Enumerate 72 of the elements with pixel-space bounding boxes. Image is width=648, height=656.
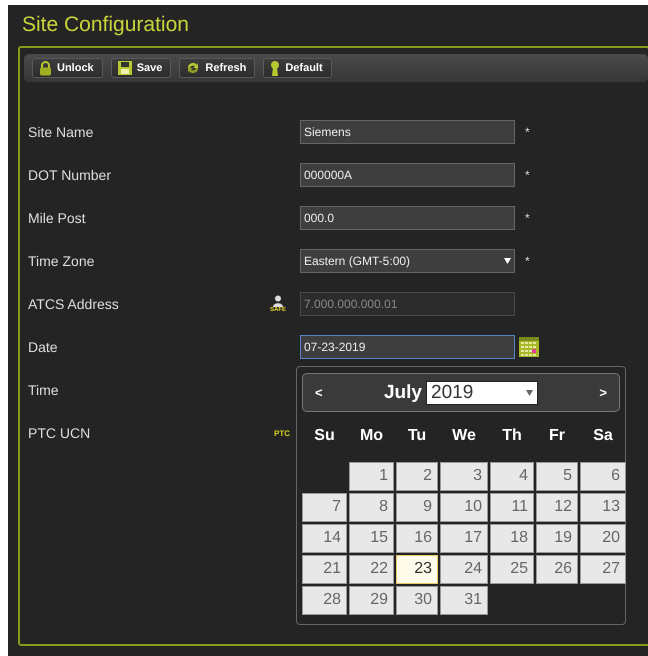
date-field[interactable]: 07-23-2019 — [300, 335, 515, 359]
calendar-day[interactable]: 16 — [396, 524, 438, 553]
weekday-label: We — [451, 426, 477, 446]
toolbar-button[interactable]: Refresh — [179, 58, 256, 78]
next-month-button[interactable]: > — [599, 385, 607, 400]
address-field: 7.000.000.000.01 — [300, 292, 515, 316]
toolbar-button[interactable]: Save — [110, 58, 172, 78]
caret-icon — [504, 258, 511, 264]
calendar-icon[interactable] — [519, 337, 539, 357]
month-label: July — [384, 382, 422, 404]
weekday-label: Mo — [358, 426, 384, 446]
calendar-day[interactable]: 1 — [349, 462, 394, 491]
keyhole-icon — [270, 60, 280, 76]
calendar-day[interactable]: 4 — [490, 462, 534, 491]
calendar-day[interactable]: 15 — [349, 524, 394, 553]
calendar-day[interactable]: 19 — [536, 524, 578, 553]
calendar-day[interactable]: 28 — [302, 586, 347, 615]
calendar-day[interactable]: 22 — [349, 555, 394, 584]
text-field[interactable]: Siemens — [300, 120, 515, 144]
calendar-day[interactable]: 30 — [396, 586, 438, 615]
calendar-day[interactable]: 24 — [440, 555, 488, 584]
field-label: Mile Post — [28, 210, 87, 226]
page-title: Site Configuration — [22, 13, 190, 38]
padlock-icon — [39, 60, 52, 76]
calendar-day[interactable]: 5 — [536, 462, 578, 491]
calendar-day[interactable]: 27 — [580, 555, 626, 584]
calendar-day[interactable]: 8 — [349, 493, 394, 522]
time-zone-dropdown[interactable]: Eastern (GMT-5:00) — [300, 249, 515, 273]
required-mark: * — [524, 254, 531, 268]
previous-month-button[interactable]: < — [315, 385, 323, 400]
calendar-day[interactable]: 18 — [490, 524, 534, 553]
calendar-day[interactable]: 14 — [302, 524, 347, 553]
text-field[interactable]: 000.0 — [300, 206, 515, 230]
ptc-label: PTC — [273, 428, 291, 438]
calendar-day[interactable]: 31 — [440, 586, 488, 615]
required-mark: * — [524, 211, 531, 225]
calendar-day[interactable]: 3 — [440, 462, 488, 491]
calendar-day[interactable]: 9 — [396, 493, 438, 522]
toolbar-button[interactable]: Unlock — [32, 58, 103, 78]
toolbar-button[interactable]: Default — [263, 58, 332, 78]
caret-icon — [526, 390, 534, 396]
calendar-day[interactable]: 26 — [536, 555, 578, 584]
field-label: Site Name — [28, 124, 94, 140]
calendar-day[interactable]: 6 — [580, 462, 626, 491]
calendar-day[interactable]: 7 — [302, 493, 347, 522]
calendar-day[interactable]: 21 — [302, 555, 347, 584]
refresh-icon — [186, 61, 200, 75]
field-label: Time Zone — [28, 253, 96, 269]
weekday-label: Sa — [592, 426, 614, 446]
calendar-day[interactable]: 23 — [396, 555, 438, 584]
text-field[interactable]: 000000A — [300, 163, 515, 187]
year-dropdown[interactable]: 2019 — [426, 380, 538, 404]
field-label: DOT Number — [28, 167, 112, 183]
calendar-day[interactable]: 13 — [580, 493, 626, 522]
calendar-day[interactable]: 29 — [349, 586, 394, 615]
required-mark: * — [524, 168, 531, 182]
weekday-label: Su — [313, 426, 336, 446]
field-label: PTC UCN — [28, 425, 92, 441]
calendar-day[interactable]: 17 — [440, 524, 488, 553]
calendar-day[interactable]: 20 — [580, 524, 626, 553]
field-label: ATCS Address — [28, 296, 120, 312]
weekday-label: Tu — [406, 426, 428, 446]
field-label: Date — [28, 339, 59, 355]
weekday-label: Fr — [548, 426, 566, 446]
calendar-day[interactable]: 25 — [490, 555, 534, 584]
calendar-day[interactable]: 10 — [440, 493, 488, 522]
required-mark: * — [524, 125, 531, 139]
calendar-day[interactable]: 12 — [536, 493, 578, 522]
calendar-day[interactable]: 2 — [396, 462, 438, 491]
calendar-day[interactable]: 11 — [490, 493, 534, 522]
field-label: Time — [28, 382, 60, 398]
weekday-label: Th — [501, 426, 523, 446]
